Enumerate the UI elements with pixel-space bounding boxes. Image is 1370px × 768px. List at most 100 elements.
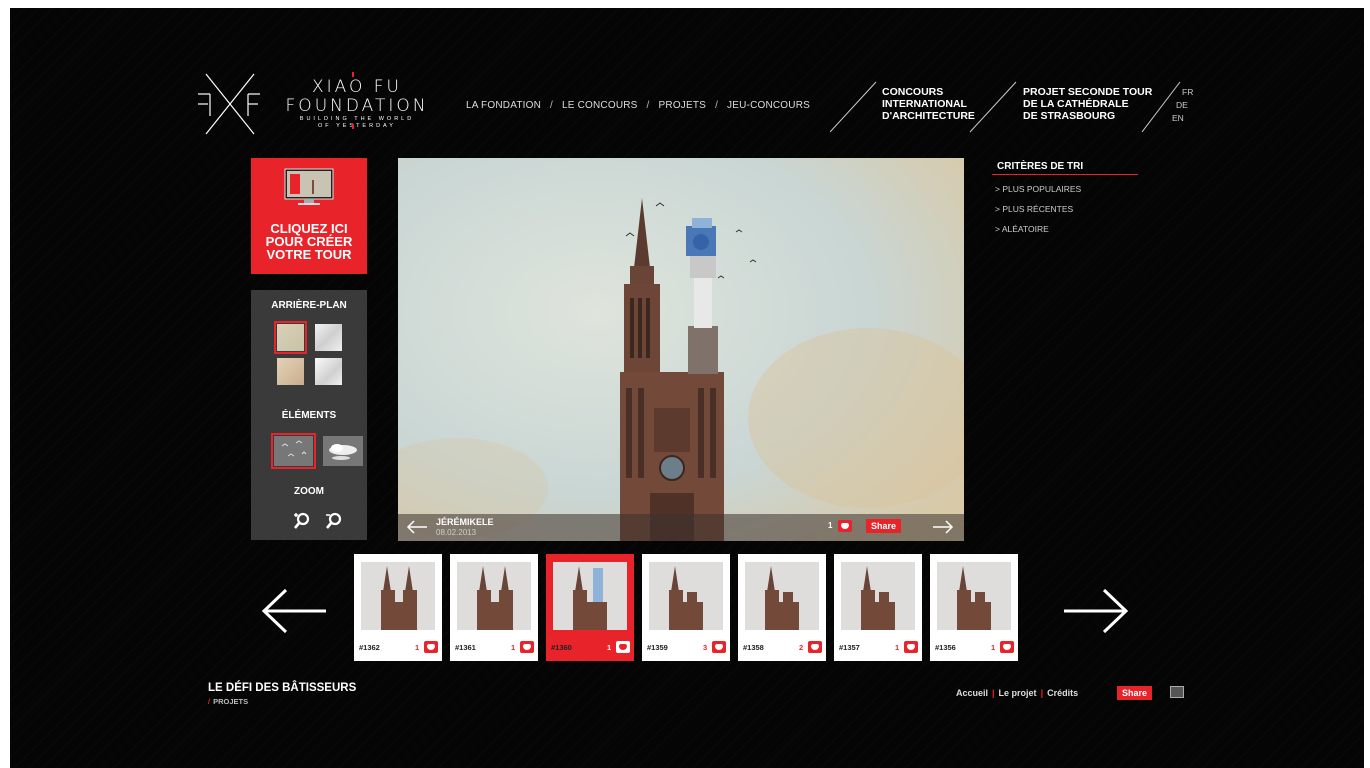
thumbnail-like-count: 1 [895,643,900,652]
fullscreen-icon[interactable] [1170,686,1184,698]
heart-icon[interactable] [424,641,438,653]
background-swatch-3[interactable] [277,358,304,385]
foundation-logo-icon[interactable] [196,72,262,136]
thumbnail-id: #1361 [455,643,476,652]
background-swatch-1[interactable] [274,321,307,354]
projet-line: PROJET SECONDE TOUR [1023,86,1153,98]
breadcrumb-projets[interactable]: PROJETS [213,697,248,706]
heart-icon[interactable] [616,641,630,653]
sort-most-recent[interactable]: > PLUS RÉCENTES [995,204,1073,214]
heart-icon[interactable] [838,520,852,532]
heart-icon[interactable] [1000,641,1014,653]
heart-icon[interactable] [520,641,534,653]
projet-line: DE STRASBOURG [1023,110,1116,122]
concours-international-link[interactable]: CONCOURS INTERNATIONAL D'ARCHITECTURE [882,86,975,122]
nav-separator: / [646,100,650,111]
breadcrumb: / PROJETS [208,697,248,706]
thumbnail-image [649,562,723,630]
logo-accent-mark [352,124,354,129]
viewer-caption-bar: JÉRÉMIKELE 08.02.2013 1 Share [398,514,964,541]
elements-heading: ÉLÉMENTS [281,410,337,421]
thumbnail-like-count: 1 [607,643,612,652]
footer-link-credits[interactable]: Crédits [1047,688,1078,698]
logo-accent-mark [352,72,354,77]
projet-seconde-tour-link[interactable]: PROJET SECONDE TOUR DE LA CATHÉDRALE DE … [1023,86,1152,122]
thumbnail-card[interactable]: #1360 1 [546,554,634,661]
heart-icon[interactable] [904,641,918,653]
site-title[interactable]: LE DÉFI DES BÂTISSEURS [208,682,356,694]
carousel-prev-icon[interactable] [260,588,328,634]
thumbnail-card[interactable]: #1359 3 [642,554,730,661]
background-swatch-4[interactable] [315,358,342,385]
tower-viewer[interactable]: JÉRÉMIKELE 08.02.2013 1 Share [398,158,964,541]
arrow-right-icon[interactable] [932,520,954,534]
like-count: 1 [828,521,833,530]
thumbnail-id: #1356 [935,643,956,652]
birds-icon [281,440,307,457]
nav-item-concours[interactable]: LE CONCOURS [562,100,638,111]
arrow-left-icon[interactable] [406,520,428,534]
language-switcher: FR DE EN [1172,86,1193,125]
concours-line: INTERNATIONAL [882,98,967,110]
lang-en[interactable]: EN [1172,112,1193,125]
thumbnail-image [361,562,435,630]
nav-separator: / [550,100,553,111]
zoom-in-icon[interactable] [293,512,311,530]
thumbnail-like-count: 2 [799,643,804,652]
thumbnail-image [841,562,915,630]
footer-separator: | [992,688,995,698]
nav-item-projets[interactable]: PROJETS [659,100,707,111]
carousel-next-icon[interactable] [1062,588,1130,634]
thumbnail-card[interactable]: #1357 1 [834,554,922,661]
thumbnail-id: #1362 [359,643,380,652]
thumbnail-image [457,562,531,630]
monitor-icon [284,168,334,205]
footer-link-projet[interactable]: Le projet [999,688,1037,698]
logo-line-1: XIAO FU [312,77,402,97]
logo-tagline-1: BUILDING THE WORLD [299,116,415,122]
thumbnail-like-count: 3 [703,643,708,652]
footer-nav: Accueil | Le projet | Crédits [956,688,1078,698]
thumbnail-like-count: 1 [511,643,516,652]
thumbnail-image [745,562,819,630]
zoom-out-icon[interactable] [325,512,343,530]
background-heading: ARRIÈRE-PLAN [271,300,347,311]
element-clouds-option[interactable] [323,436,363,466]
background-swatch-2[interactable] [315,324,342,351]
logo-line-2: FOUNDATION [285,96,429,116]
lang-fr[interactable]: FR [1172,86,1193,99]
main-nav: LA FONDATION / LE CONCOURS / PROJETS / JEU-CON… [466,100,810,111]
thumbnail-id: #1359 [647,643,668,652]
zoom-heading: ZOOM [294,486,324,497]
footer-separator: | [1040,688,1044,698]
thumbnail-card[interactable]: #1356 1 [930,554,1018,661]
heart-icon[interactable] [712,641,726,653]
share-button[interactable]: Share [866,519,902,533]
create-tower-button[interactable]: CLIQUEZ ICI POUR CRÉER VOTRE TOUR [251,158,367,274]
heart-icon[interactable] [808,641,822,653]
logo-wordmark[interactable]: XIAO FU FOUNDATION BUILDING THE WORLD OF… [282,78,432,130]
nav-separator: / [715,100,719,111]
lang-de[interactable]: DE [1172,99,1193,112]
page-frame: XIAO FU FOUNDATION BUILDING THE WORLD OF… [10,8,1364,768]
footer-share-button[interactable]: Share [1117,686,1153,700]
thumbnail-like-count: 1 [415,643,420,652]
thumbnail-id: #1357 [839,643,860,652]
sort-random[interactable]: > ALÉATOIRE [995,224,1049,234]
thumbnail-card[interactable]: #1362 1 [354,554,442,661]
nav-item-fondation[interactable]: LA FONDATION [466,100,541,111]
thumbnail-card[interactable]: #1361 1 [450,554,538,661]
author-name[interactable]: JÉRÉMIKELE [436,517,494,527]
tools-panel: ARRIÈRE-PLAN ÉLÉMENTS ZOOM [251,290,367,540]
sort-most-popular[interactable]: > PLUS POPULAIRES [995,184,1081,194]
cta-line: VOTRE TOUR [266,247,352,262]
breadcrumb-separator: / [208,697,211,706]
thumbnail-card[interactable]: #1358 2 [738,554,826,661]
element-birds-option[interactable] [271,433,316,469]
nav-item-jeu-concours[interactable]: JEU-CONCOURS [727,100,810,111]
thumbnail-like-count: 1 [991,643,996,652]
sort-divider [992,174,1138,175]
thumbnail-image [553,562,627,630]
logo-tagline-2: OF YESTERDAY [318,123,396,129]
footer-link-accueil[interactable]: Accueil [956,688,988,698]
